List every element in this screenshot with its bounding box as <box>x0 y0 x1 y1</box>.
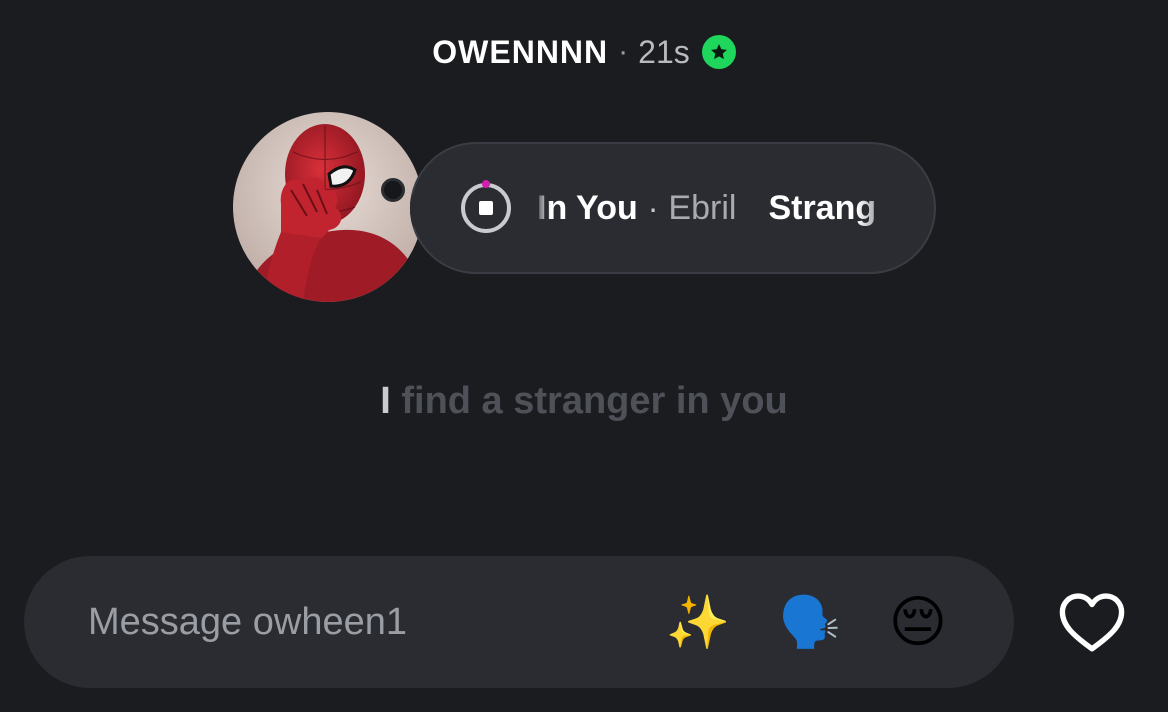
song-marquee: In You · Ebril Strang <box>537 142 897 274</box>
song-title: In You <box>537 188 638 227</box>
song-artist: Ebril <box>668 188 737 227</box>
song-separator: · <box>647 189 659 226</box>
speaking-head-emoji-button[interactable]: 🗣️ <box>776 588 844 656</box>
stop-icon[interactable] <box>461 183 511 233</box>
heart-outline-icon[interactable] <box>1054 586 1130 658</box>
music-note-bubble[interactable]: In You · Ebril Strang <box>410 142 936 274</box>
message-composer: ✨ 🗣️ 😔 <box>24 556 1014 688</box>
song-marquee-next: Strang <box>768 188 877 227</box>
username[interactable]: OWENNNN <box>432 34 608 71</box>
lyric-line: I find a stranger in you <box>0 380 1168 423</box>
stop-square <box>479 201 493 215</box>
header-separator: · <box>618 35 629 68</box>
sparkles-emoji-button[interactable]: ✨ <box>664 588 732 656</box>
message-input[interactable] <box>88 592 608 652</box>
chat-header: OWENNNN · 21s <box>0 30 1168 74</box>
playback-progress-indicator <box>482 180 490 188</box>
star-badge-icon <box>701 35 736 69</box>
elapsed-time: 21s <box>638 33 690 70</box>
lyric-text: find a stranger in you <box>401 380 788 422</box>
pensive-face-emoji-button[interactable]: 😔 <box>884 588 952 656</box>
lyric-cursor: I <box>380 380 391 422</box>
note-connector-dot <box>381 178 405 202</box>
avatar-image <box>233 112 423 302</box>
chat-screen: OWENNNN · 21s In You · Ebril Strang I fi… <box>0 0 1168 712</box>
avatar[interactable] <box>233 112 423 302</box>
